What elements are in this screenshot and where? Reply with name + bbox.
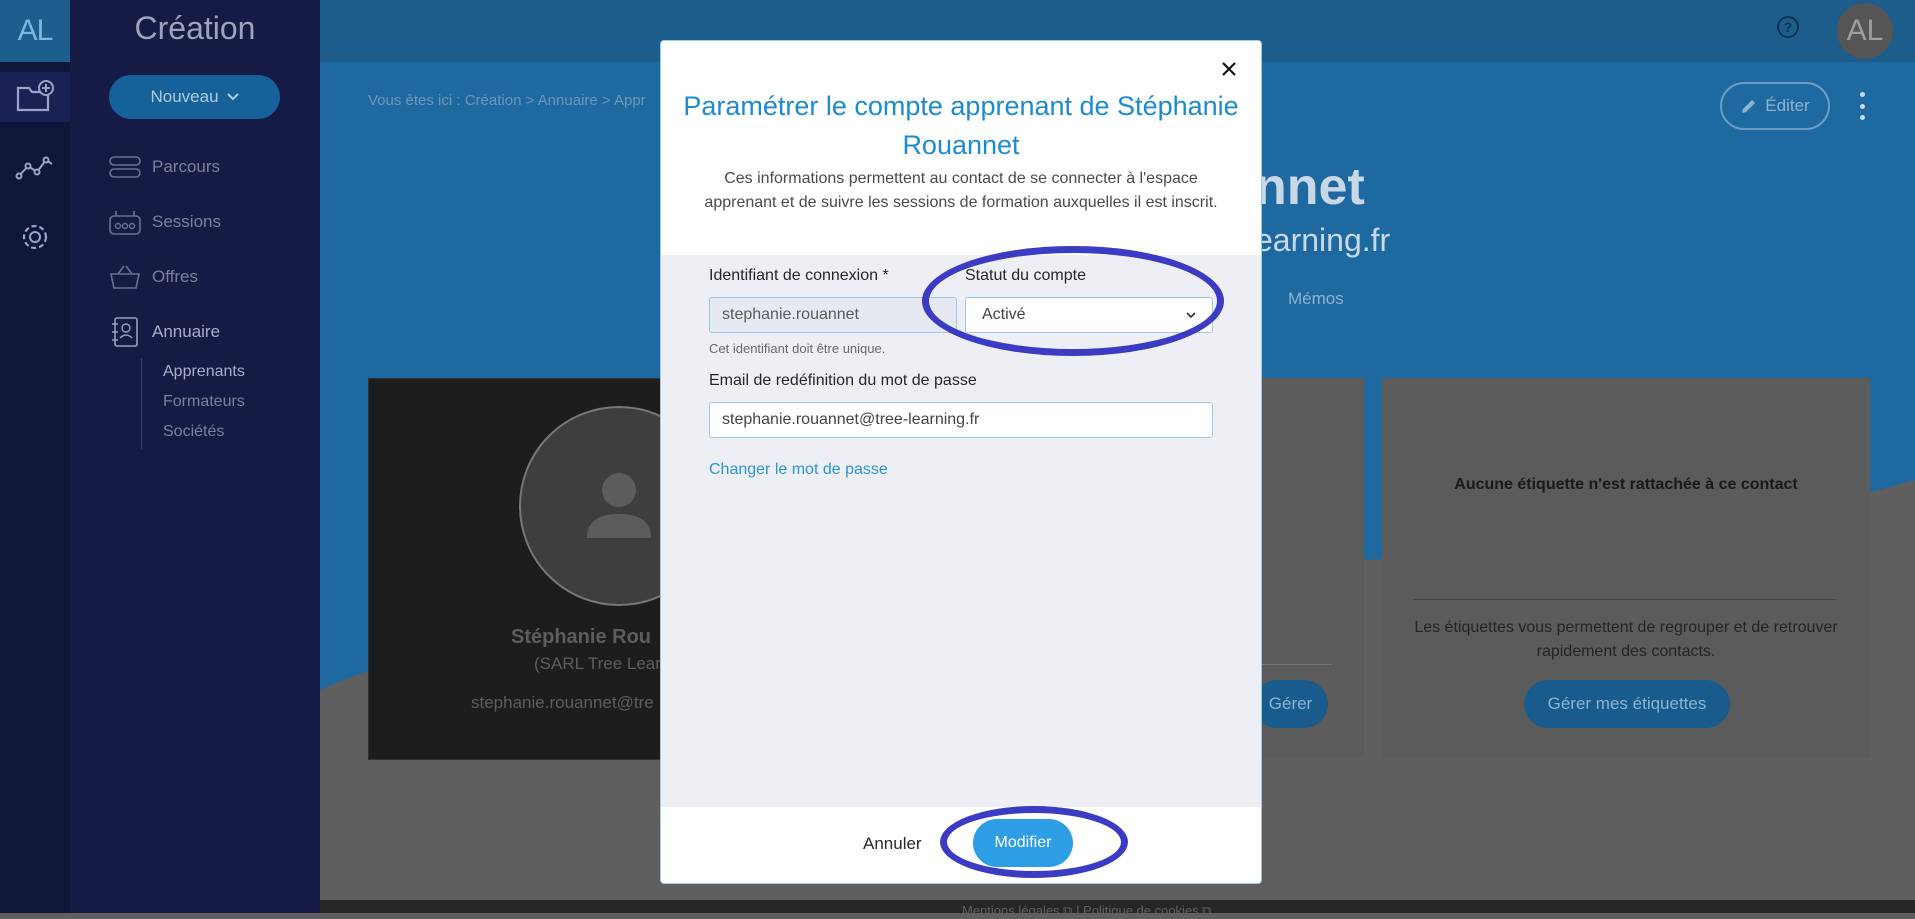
new-button[interactable]: Nouveau xyxy=(109,75,280,119)
divider xyxy=(1414,599,1836,600)
modal-description: Ces informations permettent au contact d… xyxy=(704,170,1218,211)
tags-card: Aucune étiquette n'est rattachée à ce co… xyxy=(1382,378,1870,758)
app-logo[interactable]: AL xyxy=(0,0,70,62)
help-icon[interactable]: ? xyxy=(1777,16,1799,38)
modal-title: Paramétrer le compte apprenant de Stépha… xyxy=(683,91,1239,160)
annotation-ellipse-status xyxy=(922,246,1224,356)
profile-company: (SARL Tree Lear xyxy=(534,654,661,673)
tab-memos[interactable]: Mémos xyxy=(1288,289,1344,309)
login-label: Identifiant de connexion * xyxy=(709,267,889,284)
chevron-down-icon xyxy=(226,93,239,101)
parcours-icon xyxy=(108,152,142,182)
contact-email-heading: earning.fr xyxy=(1255,222,1391,258)
sidebar-item-sessions[interactable]: Sessions xyxy=(108,205,221,239)
basket-icon xyxy=(108,262,142,292)
contact-name-heading: nnet xyxy=(1255,158,1365,216)
annuaire-subnav: Apprenants Formateurs Sociétés xyxy=(141,358,245,449)
footer-links[interactable]: Mentions légales ⧉ | Politique de cookie… xyxy=(962,903,1212,919)
cancel-button[interactable]: Annuler xyxy=(863,834,922,854)
sidebar-title: Création xyxy=(134,10,256,46)
sidebar-item-label: Annuaire xyxy=(152,322,221,341)
sidebar-item-label: Sessions xyxy=(152,212,221,231)
user-silhouette-icon xyxy=(587,473,651,538)
sessions-icon xyxy=(108,207,142,237)
annotation-ellipse-modify xyxy=(940,806,1128,878)
profile-name: Stéphanie Rou xyxy=(511,626,652,648)
sidebar-item-parcours[interactable]: Parcours xyxy=(108,150,220,184)
more-options-icon[interactable] xyxy=(1856,92,1868,120)
tags-empty-message: Aucune étiquette n'est rattachée à ce co… xyxy=(1454,476,1798,493)
user-avatar[interactable]: AL xyxy=(1837,3,1893,59)
email-label: Email de redéfinition du mot de passe xyxy=(709,372,977,389)
manage-tags-button[interactable]: Gérer mes étiquettes xyxy=(1524,680,1730,728)
address-book-icon xyxy=(108,317,142,347)
edit-button-label: Éditer xyxy=(1765,96,1810,115)
tags-description: Les étiquettes vous permettent de regrou… xyxy=(1414,619,1838,660)
sidebar-item-label: Parcours xyxy=(152,157,221,176)
sidebar-item-label: Offres xyxy=(152,267,198,286)
sidebar-item-annuaire[interactable]: Annuaire xyxy=(108,315,220,349)
reset-email-input[interactable]: stephanie.rouannet@tree-learning.fr xyxy=(709,402,1213,438)
sidebar-item-offres[interactable]: Offres xyxy=(108,260,198,294)
account-settings-modal: Paramétrer le compte apprenant de Stépha… xyxy=(660,40,1262,884)
icon-rail: AL xyxy=(0,0,70,913)
pencil-icon xyxy=(1742,100,1756,113)
close-icon[interactable] xyxy=(1217,57,1241,81)
settings-gear-icon[interactable] xyxy=(0,212,70,262)
manage-button[interactable]: Gérer xyxy=(1253,680,1328,728)
subnav-item-apprenants[interactable]: Apprenants xyxy=(163,363,245,381)
login-help-text: Cet identifiant doit être unique. xyxy=(709,341,886,356)
new-button-label: Nouveau xyxy=(150,87,219,106)
profile-email: stephanie.rouannet@tre xyxy=(471,693,654,712)
breadcrumb: Vous êtes ici : Création > Annuaire > Ap… xyxy=(368,92,646,109)
profile-card: Stéphanie Rou (SARL Tree Lear stephanie.… xyxy=(368,378,719,760)
subnav-item-formateurs[interactable]: Formateurs xyxy=(163,393,245,411)
creation-folder-icon[interactable] xyxy=(0,72,70,122)
login-input[interactable]: stephanie.rouannet xyxy=(709,297,957,333)
analytics-icon[interactable] xyxy=(0,144,70,194)
subnav-item-societes[interactable]: Sociétés xyxy=(163,423,224,441)
edit-button[interactable]: Éditer xyxy=(1720,82,1830,130)
sidebar: Création Nouveau Parcours Sessions Offre… xyxy=(70,0,320,913)
change-password-link[interactable]: Changer le mot de passe xyxy=(709,461,888,479)
